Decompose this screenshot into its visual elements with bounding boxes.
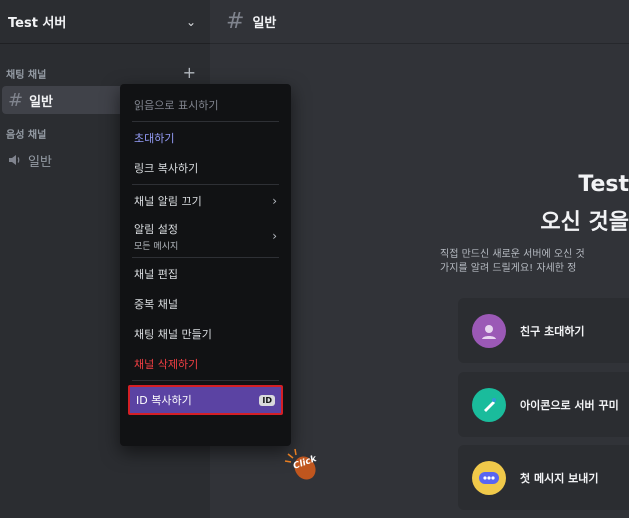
menu-sublabel: 모든 메시지: [134, 241, 179, 252]
menu-mute-channel[interactable]: 채널 알림 끄기 ›: [128, 186, 283, 216]
menu-divider: [132, 121, 279, 122]
menu-divider: [132, 380, 279, 381]
message-bubble-icon: [472, 460, 506, 495]
add-channel-icon[interactable]: +: [183, 65, 196, 81]
brush-icon: [472, 387, 506, 422]
voice-category-label[interactable]: 음성 채널: [6, 126, 46, 141]
menu-label: 읽음으로 표시하기: [134, 99, 219, 112]
menu-label: 링크 복사하기: [134, 162, 199, 175]
welcome-desc-line2: 가지를 알려 드릴게요! 자세한 정: [440, 263, 577, 274]
chevron-right-icon: ›: [272, 229, 277, 243]
menu-delete-channel[interactable]: 채널 삭제하기: [128, 349, 283, 379]
menu-invite[interactable]: 초대하기: [128, 123, 283, 153]
menu-label: 중복 채널: [134, 298, 178, 311]
menu-duplicate-channel[interactable]: 중복 채널: [128, 289, 283, 319]
menu-label: 채널 편집: [134, 268, 178, 281]
text-category-label[interactable]: 채팅 채널: [6, 66, 46, 81]
invite-friends-icon: [472, 313, 506, 348]
speaker-icon: [8, 153, 22, 167]
text-category[interactable]: 채팅 채널 +: [0, 64, 210, 82]
menu-create-text-channel[interactable]: 채팅 채널 만들기: [128, 319, 283, 349]
chevron-right-icon: ›: [272, 194, 277, 208]
first-message-card[interactable]: 첫 메시지 보내기: [458, 445, 629, 510]
card-label: 친구 초대하기: [520, 324, 585, 338]
hash-icon: #: [8, 89, 24, 111]
card-label: 첫 메시지 보내기: [520, 471, 599, 485]
menu-label: 알림 설정: [134, 222, 178, 236]
menu-divider: [132, 184, 279, 185]
menu-divider: [132, 257, 279, 258]
menu-label: 채널 알림 끄기: [134, 195, 202, 208]
menu-label: 초대하기: [134, 132, 175, 145]
menu-edit-channel[interactable]: 채널 편집: [128, 259, 283, 289]
voice-channel-name: 일반: [28, 154, 52, 170]
id-badge-icon: ID: [259, 394, 275, 406]
menu-copy-link[interactable]: 링크 복사하기: [128, 153, 283, 183]
menu-mark-as-read[interactable]: 읽음으로 표시하기: [128, 90, 283, 120]
card-label: 아이콘으로 서버 꾸미: [520, 398, 619, 412]
menu-label: 채팅 채널 만들기: [134, 328, 212, 341]
menu-notification-settings[interactable]: 알림 설정 모든 메시지 ›: [128, 216, 283, 256]
server-header[interactable]: Test 서버 ⌄: [0, 0, 210, 44]
hash-icon: #: [226, 9, 245, 34]
welcome-title-line2: 오신 것을: [540, 210, 629, 235]
chevron-down-icon[interactable]: ⌄: [186, 15, 196, 29]
menu-label: 채널 삭제하기: [134, 358, 199, 371]
channel-name: 일반: [29, 94, 54, 110]
menu-copy-id[interactable]: ID 복사하기 ID: [128, 385, 283, 415]
customize-icon-card[interactable]: 아이콘으로 서버 꾸미: [458, 372, 629, 437]
topbar-channel-name: 일반: [252, 16, 277, 31]
menu-label: ID 복사하기: [136, 394, 192, 407]
channel-topbar: # 일반: [210, 0, 629, 44]
welcome-title-line1: Test: [578, 172, 629, 197]
invite-friends-card[interactable]: 친구 초대하기: [458, 298, 629, 363]
welcome-desc-line1: 직접 만드신 새로운 서버에 오신 것: [440, 249, 585, 260]
channel-context-menu: 읽음으로 표시하기 초대하기 링크 복사하기 채널 알림 끄기 › 알림 설정 …: [120, 84, 291, 446]
server-name[interactable]: Test 서버: [8, 12, 66, 31]
